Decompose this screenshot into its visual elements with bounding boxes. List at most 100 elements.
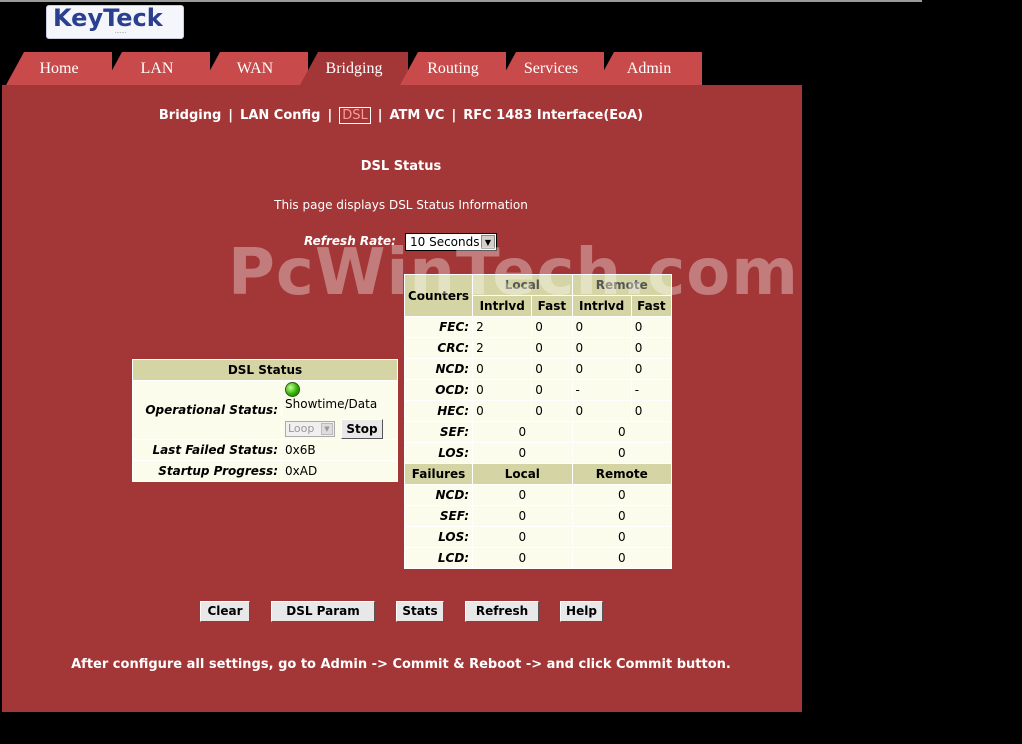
startup-progress-value: 0xAD bbox=[282, 461, 397, 481]
last-failed-status-value: 0x6B bbox=[282, 440, 397, 460]
cell-value: 0 bbox=[572, 422, 671, 442]
row-label: HEC: bbox=[405, 401, 473, 421]
row-label: FEC: bbox=[405, 317, 473, 337]
table-row: LOS: 0 0 bbox=[405, 527, 671, 547]
cell-value: 0 bbox=[572, 485, 671, 505]
failures-header: Failures bbox=[405, 464, 473, 484]
cell-value: 0 bbox=[572, 548, 671, 568]
table-row: LCD: 0 0 bbox=[405, 548, 671, 568]
dsl-status-header: DSL Status bbox=[133, 360, 397, 380]
subnav-bridging[interactable]: Bridging bbox=[159, 108, 221, 123]
cell-value: 0 bbox=[473, 527, 572, 547]
subnav-separator: | bbox=[327, 108, 333, 123]
operational-status-cell: Showtime/Data Loop ▼ Stop bbox=[282, 381, 397, 439]
keyteck-logo: KeyTeck ······· bbox=[46, 4, 184, 39]
local-fast-header: Fast bbox=[532, 296, 572, 316]
loop-select-value: Loop bbox=[288, 421, 315, 435]
tab-home[interactable]: Home bbox=[6, 52, 112, 85]
row-label: CRC: bbox=[405, 338, 473, 358]
refresh-rate-value: 10 Seconds bbox=[410, 235, 480, 249]
table-row: FEC: 2 0 0 0 bbox=[405, 317, 671, 337]
table-row: LOS: 0 0 bbox=[405, 443, 671, 463]
tab-lan[interactable]: LAN bbox=[104, 52, 210, 85]
table-row: SEF: 0 0 bbox=[405, 422, 671, 442]
counters-header: Counters bbox=[405, 275, 473, 316]
cell-value: 0 bbox=[532, 317, 572, 337]
table-row: HEC: 0 0 0 0 bbox=[405, 401, 671, 421]
remote-fast-header: Fast bbox=[631, 296, 671, 316]
failures-remote-header: Remote bbox=[572, 464, 671, 484]
cell-value: - bbox=[631, 380, 671, 400]
cell-value: 0 bbox=[532, 359, 572, 379]
row-label: SEF: bbox=[405, 422, 473, 442]
tab-wan[interactable]: WAN bbox=[202, 52, 308, 85]
operational-status-label: Operational Status: bbox=[133, 381, 281, 439]
refresh-rate-select[interactable]: 10 Seconds ▼ bbox=[405, 233, 497, 251]
cell-value: 0 bbox=[572, 506, 671, 526]
table-row: SEF: 0 0 bbox=[405, 506, 671, 526]
refresh-rate-label: Refresh Rate: bbox=[304, 234, 396, 248]
row-label: OCD: bbox=[405, 380, 473, 400]
table-row: OCD: 0 0 - - bbox=[405, 380, 671, 400]
counters-table: Counters Local Remote Intrlvd Fast Intrl… bbox=[404, 274, 672, 569]
counters-remote-header: Remote bbox=[572, 275, 671, 295]
dsl-param-button[interactable]: DSL Param bbox=[271, 601, 375, 622]
dsl-status-table: DSL Status Operational Status: Showtime/… bbox=[132, 359, 398, 482]
cell-value: 0 bbox=[473, 401, 532, 421]
sub-navigation: Bridging | LAN Config | DSL | ATM VC | RFC 1483 … bbox=[0, 107, 802, 124]
startup-progress-label: Startup Progress: bbox=[133, 461, 281, 481]
tab-services[interactable]: Services bbox=[498, 52, 604, 85]
logo-tagline-graphic: ······· bbox=[115, 30, 127, 36]
subnav-rfc1483[interactable]: RFC 1483 Interface(EoA) bbox=[463, 108, 643, 123]
local-intrlvd-header: Intrlvd bbox=[473, 296, 532, 316]
help-button[interactable]: Help bbox=[560, 601, 603, 622]
top-border bbox=[0, 0, 922, 2]
cell-value: 0 bbox=[572, 338, 631, 358]
subnav-dsl-current[interactable]: DSL bbox=[339, 107, 371, 124]
subnav-separator: | bbox=[228, 108, 234, 123]
subnav-atm-vc[interactable]: ATM VC bbox=[389, 108, 444, 123]
cell-value: 2 bbox=[473, 317, 532, 337]
refresh-button[interactable]: Refresh bbox=[465, 601, 539, 622]
logo-text: KeyTeck bbox=[53, 4, 163, 32]
row-label: NCD: bbox=[405, 359, 473, 379]
remote-intrlvd-header: Intrlvd bbox=[572, 296, 631, 316]
clear-button[interactable]: Clear bbox=[200, 601, 250, 622]
counters-local-header: Local bbox=[473, 275, 572, 295]
table-row: NCD: 0 0 0 0 bbox=[405, 359, 671, 379]
cell-value: 0 bbox=[473, 380, 532, 400]
cell-value: 0 bbox=[473, 359, 532, 379]
subnav-separator: | bbox=[451, 108, 457, 123]
subnav-lan-config[interactable]: LAN Config bbox=[240, 108, 320, 123]
stop-button[interactable]: Stop bbox=[341, 418, 383, 439]
stats-button[interactable]: Stats bbox=[396, 601, 444, 622]
cell-value: 0 bbox=[572, 401, 631, 421]
failures-local-header: Local bbox=[473, 464, 572, 484]
row-label: NCD: bbox=[405, 485, 473, 505]
subnav-separator: | bbox=[377, 108, 383, 123]
cell-value: 0 bbox=[572, 359, 631, 379]
chevron-down-icon: ▼ bbox=[481, 235, 495, 249]
cell-value: 0 bbox=[631, 359, 671, 379]
cell-value: 2 bbox=[473, 338, 532, 358]
row-label: LOS: bbox=[405, 443, 473, 463]
chevron-down-icon: ▼ bbox=[321, 422, 333, 435]
tab-bridging[interactable]: Bridging bbox=[300, 52, 408, 85]
cell-value: 0 bbox=[631, 338, 671, 358]
tab-routing[interactable]: Routing bbox=[400, 52, 506, 85]
status-led-icon bbox=[285, 381, 300, 397]
cell-value: 0 bbox=[473, 485, 572, 505]
cell-value: 0 bbox=[572, 443, 671, 463]
operational-status-value: Showtime/Data bbox=[285, 396, 378, 411]
page-title: DSL Status bbox=[360, 159, 442, 174]
cell-value: 0 bbox=[532, 401, 572, 421]
row-label: LOS: bbox=[405, 527, 473, 547]
cell-value: 0 bbox=[631, 401, 671, 421]
page-description: This page displays DSL Status Informatio… bbox=[274, 198, 528, 212]
tab-admin[interactable]: Admin bbox=[596, 52, 702, 85]
last-failed-status-label: Last Failed Status: bbox=[133, 440, 281, 460]
cell-value: 0 bbox=[572, 317, 631, 337]
cell-value: 0 bbox=[473, 548, 572, 568]
cell-value: 0 bbox=[473, 443, 572, 463]
loop-select[interactable]: Loop ▼ bbox=[285, 420, 335, 437]
